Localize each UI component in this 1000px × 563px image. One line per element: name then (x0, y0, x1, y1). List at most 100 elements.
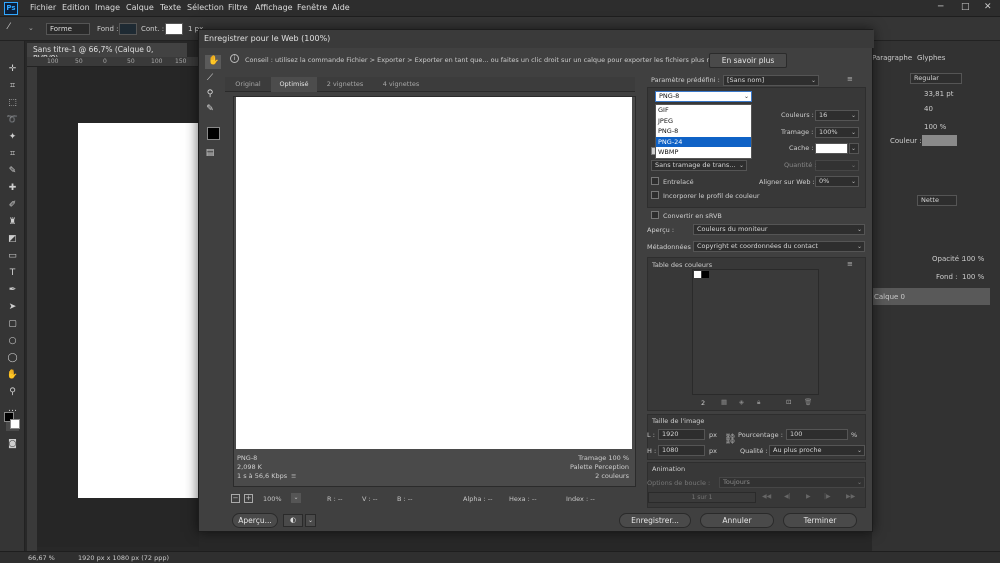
maximize-icon[interactable]: □ (961, 2, 970, 12)
color-table-grid[interactable] (692, 269, 819, 395)
link-icon[interactable]: ⛓ (724, 434, 737, 445)
save-button[interactable]: Enregistrer... (619, 513, 691, 528)
tab-paragraphe[interactable]: Paragraphe (872, 54, 912, 62)
slice-select-tool-icon[interactable]: ⟋ (203, 72, 217, 85)
tab-4-vignettes[interactable]: 4 vignettes (373, 77, 429, 92)
browser-preview-icon[interactable]: ◐ (283, 514, 303, 527)
gradient-tool-icon[interactable]: ▭ (6, 250, 19, 262)
format-option-wbmp[interactable]: WBMP (656, 147, 751, 158)
fill-swatch[interactable] (119, 23, 137, 35)
hand-tool-icon[interactable]: ✋ (205, 55, 221, 69)
opacity-value[interactable]: 100 % (962, 255, 984, 263)
font-style-select[interactable]: Regular (910, 73, 962, 84)
toggle-slices-icon[interactable]: ▤ (203, 147, 217, 160)
web-shift-icon[interactable]: ◈ (739, 398, 744, 406)
eyedropper-tool-icon[interactable]: ✎ (203, 103, 217, 116)
format-option-png8[interactable]: PNG-8 (656, 126, 751, 137)
preset-select[interactable]: [Sans nom] ⌄ (723, 75, 819, 86)
preview-zoom-value[interactable]: 100% (263, 495, 282, 503)
dither-select[interactable]: 100% ⌄ (815, 127, 859, 138)
lock-color-icon[interactable]: 🔒︎ (757, 398, 760, 407)
chevron-down-icon[interactable]: ⌄ (305, 514, 316, 527)
marquee-tool-icon[interactable]: ⬚ (6, 97, 19, 109)
preset-menu-icon[interactable]: ≡ (847, 75, 853, 83)
learn-more-button[interactable]: En savoir plus (709, 53, 787, 68)
magic-wand-tool-icon[interactable]: ✦ (6, 131, 19, 143)
color-table-menu-icon[interactable]: ≡ (847, 260, 853, 268)
brush-tool-icon[interactable]: ✐ (6, 199, 19, 211)
tab-glyphes[interactable]: Glyphes (917, 54, 945, 62)
color-swatch-white[interactable] (694, 271, 701, 278)
tab-original[interactable]: Original (225, 77, 271, 92)
next-frame-icon[interactable]: |▶ (824, 493, 831, 500)
cancel-button[interactable]: Annuler (700, 513, 774, 528)
last-frame-icon[interactable]: ▶▶ (846, 493, 855, 500)
format-select[interactable]: PNG-8 ⌄ (655, 91, 752, 102)
layer-row[interactable]: Calque 0 (872, 288, 990, 305)
web-snap-select[interactable]: 0% ⌄ (815, 176, 859, 187)
menu-edition[interactable]: Edition (62, 3, 90, 12)
healing-tool-icon[interactable]: ✚ (6, 182, 19, 194)
eraser-tool-icon[interactable]: ◩ (6, 233, 19, 245)
interlaced-checkbox[interactable] (651, 177, 659, 185)
menu-fenetre[interactable]: Fenêtre (297, 3, 327, 12)
matte-select[interactable]: ⌄ (849, 143, 859, 154)
optimized-preview[interactable] (236, 97, 632, 449)
format-option-jpeg[interactable]: JPEG (656, 116, 751, 127)
text-color-swatch[interactable] (922, 135, 957, 146)
stroke-swatch[interactable] (165, 23, 183, 35)
format-option-gif[interactable]: GIF (656, 105, 751, 116)
menu-calque[interactable]: Calque (126, 3, 154, 12)
document-tab[interactable]: Sans titre-1 @ 66,7% (Calque 0, RVB/8) (27, 43, 187, 63)
height-input[interactable]: 1080 (658, 445, 705, 456)
fill-opacity-value[interactable]: 100 % (962, 273, 984, 281)
stamp-tool-icon[interactable]: ♜ (6, 216, 19, 228)
transparency-dither-select[interactable]: Sans tramage de trans... ⌄ (651, 160, 747, 171)
percent-input[interactable]: 100 (786, 429, 848, 440)
menu-texte[interactable]: Texte (160, 3, 181, 12)
canvas[interactable] (78, 123, 199, 498)
menu-icon[interactable]: ≡ (291, 472, 296, 480)
matte-swatch[interactable] (815, 143, 848, 154)
first-frame-icon[interactable]: ◀◀ (762, 493, 771, 500)
colors-select[interactable]: 16 ⌄ (815, 110, 859, 121)
preview-button[interactable]: Aperçu... (232, 513, 278, 528)
pen-tool-icon[interactable]: ✒ (6, 284, 19, 296)
map-to-transparent-icon[interactable]: ▦ (721, 398, 727, 406)
crop-tool-icon[interactable]: ⌗ (6, 148, 19, 160)
embed-profile-checkbox[interactable] (651, 191, 659, 199)
move-tool-icon[interactable]: ✛ (6, 63, 19, 75)
shape-mode-select[interactable]: Forme (46, 23, 90, 35)
color-swatch-black[interactable] (702, 271, 709, 278)
width-input[interactable]: 1920 (658, 429, 705, 440)
tab-2-vignettes[interactable]: 2 vignettes (317, 77, 373, 92)
metadata-select[interactable]: Copyright et coordonnées du contact ⌄ (693, 241, 865, 252)
play-icon[interactable]: ▶ (806, 493, 811, 500)
zoom-tool-icon[interactable]: ⚲ (203, 88, 217, 101)
chevron-down-icon[interactable]: ⌄ (291, 493, 301, 503)
menu-filtre[interactable]: Filtre (228, 3, 248, 12)
polygon-tool-icon[interactable]: ◯ (6, 352, 19, 364)
menu-aide[interactable]: Aide (332, 3, 350, 12)
zoom-in-button[interactable]: + (244, 494, 253, 503)
zoom-level[interactable]: 66,67 % (28, 554, 55, 562)
prev-frame-icon[interactable]: ◀| (784, 493, 791, 500)
menu-affichage[interactable]: Affichage (255, 3, 293, 12)
preview-mode-select[interactable]: Couleurs du moniteur ⌄ (693, 224, 865, 235)
minimize-icon[interactable]: ─ (938, 2, 943, 12)
menu-image[interactable]: Image (95, 3, 120, 12)
quality-select[interactable]: ⌄ (815, 160, 859, 171)
hand-tool-icon[interactable]: ✋ (6, 369, 19, 381)
quick-mask-icon[interactable]: ◙ (6, 438, 19, 450)
eyedropper-tool-icon[interactable]: ✎ (6, 165, 19, 177)
zoom-out-button[interactable]: − (231, 494, 240, 503)
resample-select[interactable]: Au plus proche ⌄ (769, 445, 865, 456)
chevron-down-icon[interactable]: ⌄ (28, 24, 34, 32)
ellipse-tool-icon[interactable]: ○ (6, 335, 19, 347)
close-icon[interactable]: ✕ (984, 2, 992, 12)
menu-selection[interactable]: Sélection (187, 3, 224, 12)
new-color-icon[interactable]: ⊡ (786, 398, 791, 406)
trash-icon[interactable]: 🗑︎ (804, 398, 812, 406)
format-option-png24[interactable]: PNG-24 (656, 136, 751, 147)
path-select-tool-icon[interactable]: ➤ (6, 301, 19, 313)
